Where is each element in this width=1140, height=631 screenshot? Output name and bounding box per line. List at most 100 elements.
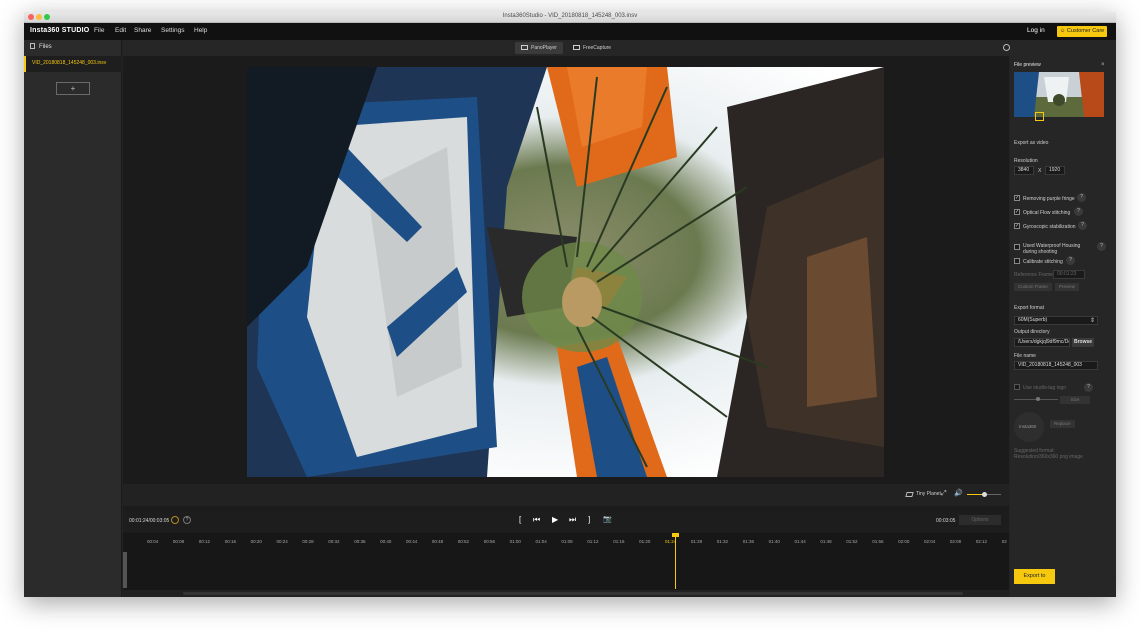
logo-size-knob[interactable] <box>1036 397 1040 401</box>
checkbox-waterproof[interactable] <box>1014 244 1020 250</box>
rotate-icon[interactable] <box>1003 44 1010 51</box>
export-as-label: Export as video <box>1014 140 1049 146</box>
reference-frame-label: Reference Frame <box>1014 272 1053 278</box>
menu-file[interactable]: File <box>94 27 104 34</box>
logo-size-button[interactable]: Size <box>1060 396 1090 404</box>
app-brand: Insta360 STUDIO <box>30 27 90 34</box>
timeline-scrollbar[interactable] <box>183 592 963 595</box>
export-format-select[interactable]: 60M(Superb) <box>1014 316 1098 325</box>
replace-button[interactable]: Replace <box>1050 420 1075 428</box>
resolution-width-field[interactable]: 3840 <box>1014 166 1034 175</box>
previous-button[interactable]: ⏮ <box>533 515 540 525</box>
timeline-tick-label: 01:52 <box>846 539 858 544</box>
reference-frame-field[interactable]: 00:01:23 <box>1053 270 1085 279</box>
waterproof-label: Used Waterproof Housing during shooting <box>1023 243 1081 255</box>
login-link[interactable]: Log in <box>1027 27 1045 34</box>
volume-slider[interactable] <box>967 492 1001 497</box>
files-header: Files <box>30 43 52 50</box>
checkbox-optical-flow[interactable]: ✓ <box>1014 209 1020 215</box>
help-icon[interactable]: ? <box>1074 207 1083 216</box>
mark-in-button[interactable]: [ <box>519 515 521 524</box>
close-icon[interactable]: × <box>1101 62 1105 68</box>
help-icon[interactable]: ? <box>183 516 191 524</box>
menu-bar: Insta360 STUDIO File Edit Share Settings… <box>24 23 1116 40</box>
chevron-updown-icon: ⇕ <box>1090 318 1096 324</box>
logo-label: Use studio-tag logo <box>1023 385 1067 391</box>
calibrate-label: Calibrate stitching <box>1023 259 1063 265</box>
preview-button[interactable]: Preview <box>1055 283 1080 291</box>
disabled-options-button[interactable]: Options <box>959 515 1001 525</box>
help-icon[interactable]: ? <box>1078 221 1087 230</box>
customer-care-button[interactable]: ☺ Customer Care <box>1057 26 1107 37</box>
marker-icon[interactable] <box>171 516 179 524</box>
file-thumbnail[interactable] <box>1014 72 1104 117</box>
checkbox-purple-fringe[interactable]: ✓ <box>1014 195 1020 201</box>
menu-share[interactable]: Share <box>134 27 151 34</box>
next-button[interactable]: ⏭ <box>569 515 576 525</box>
help-icon[interactable]: ? <box>1066 256 1075 265</box>
volume-icon[interactable]: 🔊 <box>954 489 963 497</box>
main-area: PanoPlayer FreeCapture Tiny Planet ⤢ 🔊 0… <box>123 40 1010 597</box>
timeline-tick-label: 00:24 <box>276 539 288 544</box>
menu-settings[interactable]: Settings <box>161 27 185 34</box>
custom-frame-button[interactable]: Custom Frame <box>1014 283 1052 291</box>
export-button[interactable]: Export to <box>1014 569 1055 584</box>
resolution-label: Resolution <box>1014 158 1038 164</box>
watermark-text: Insta360 <box>1019 424 1037 429</box>
timeline-tick-label: 01:20 <box>639 539 651 544</box>
playhead[interactable] <box>675 533 676 589</box>
timeline-tick-label: 01:08 <box>561 539 573 544</box>
resolution-height-field[interactable]: 1920 <box>1045 166 1065 175</box>
mark-out-button[interactable]: ] <box>588 515 590 524</box>
timeline-tick-label: 00:40 <box>380 539 392 544</box>
browse-button[interactable]: Browse <box>1072 338 1094 347</box>
tab-panoplayer[interactable]: PanoPlayer <box>515 42 563 54</box>
help-icon[interactable]: ? <box>1077 193 1086 202</box>
timeline-tick-label: 01:44 <box>794 539 806 544</box>
view-mode-tabs: PanoPlayer FreeCapture <box>123 40 1010 56</box>
logo-size-slider[interactable] <box>1014 397 1058 401</box>
customer-care-label: Customer Care <box>1066 28 1105 34</box>
thumbnail-selection[interactable] <box>1035 112 1044 121</box>
timeline-tick-label: 01:12 <box>587 539 599 544</box>
file-name-field[interactable]: VID_20180818_145248_003 <box>1014 361 1098 370</box>
timeline-tick-label: 00:04 <box>147 539 159 544</box>
timeline-tick-label: 02:12 <box>975 539 988 544</box>
file-list-item[interactable]: VID_20180818_145248_003.insv <box>24 56 122 72</box>
timeline[interactable]: 00:04 00:08 00:12 00:16 00:20 00:24 00:28 00:32… <box>123 533 1009 597</box>
checkbox-calibrate[interactable] <box>1014 258 1020 264</box>
view-mode-label[interactable]: Tiny Planet <box>916 491 941 497</box>
timeline-tick-label: 00:44 <box>406 539 418 544</box>
timeline-tick-label: 02:00 <box>898 539 910 544</box>
help-icon[interactable]: ? <box>1097 242 1106 251</box>
timeline-tick-label: 00:52 <box>457 539 470 544</box>
timeline-tick-label: 00:16 <box>224 539 236 544</box>
optical-flow-label: Optical Flow stitching <box>1023 210 1071 216</box>
track-handle[interactable] <box>123 552 127 588</box>
video-preview[interactable] <box>247 67 884 477</box>
add-file-button[interactable]: + <box>56 82 90 95</box>
help-icon[interactable]: ? <box>1084 383 1093 392</box>
menu-edit[interactable]: Edit <box>115 27 126 34</box>
checkbox-logo[interactable] <box>1014 384 1020 390</box>
file-icon <box>30 43 35 49</box>
camera-icon[interactable]: 📷 <box>603 515 612 523</box>
timeline-tick-label: 02:08 <box>949 539 962 544</box>
timeline-tick-label: 02:04 <box>924 539 936 544</box>
play-button[interactable]: ▶ <box>552 515 558 524</box>
files-sidebar: Files VID_20180818_145248_003.insv + <box>24 40 122 597</box>
tab-freecapture[interactable]: FreeCapture <box>567 42 617 54</box>
panel-title: File preview <box>1014 62 1041 68</box>
gyro-label: Gyroscopic stabilization <box>1023 224 1076 230</box>
timeline-tick-label: 00:32 <box>328 539 340 544</box>
timeline-tick-label: 01:32 <box>716 539 729 544</box>
tiny-planet-icon <box>905 492 914 497</box>
timeline-tick-label: 01:04 <box>535 539 547 544</box>
fullscreen-icon[interactable]: ⤢ <box>941 490 947 498</box>
volume-knob[interactable] <box>982 492 987 497</box>
checkbox-gyro[interactable]: ✓ <box>1014 223 1020 229</box>
timeline-ruler[interactable]: 00:04 00:08 00:12 00:16 00:20 00:24 00:28 00:32… <box>123 533 1009 551</box>
menu-help[interactable]: Help <box>194 27 207 34</box>
timeline-tick-label: 00:12 <box>198 539 211 544</box>
output-directory-field[interactable]: /Users/dgkjql9df9mc/Deskt <box>1014 338 1070 347</box>
